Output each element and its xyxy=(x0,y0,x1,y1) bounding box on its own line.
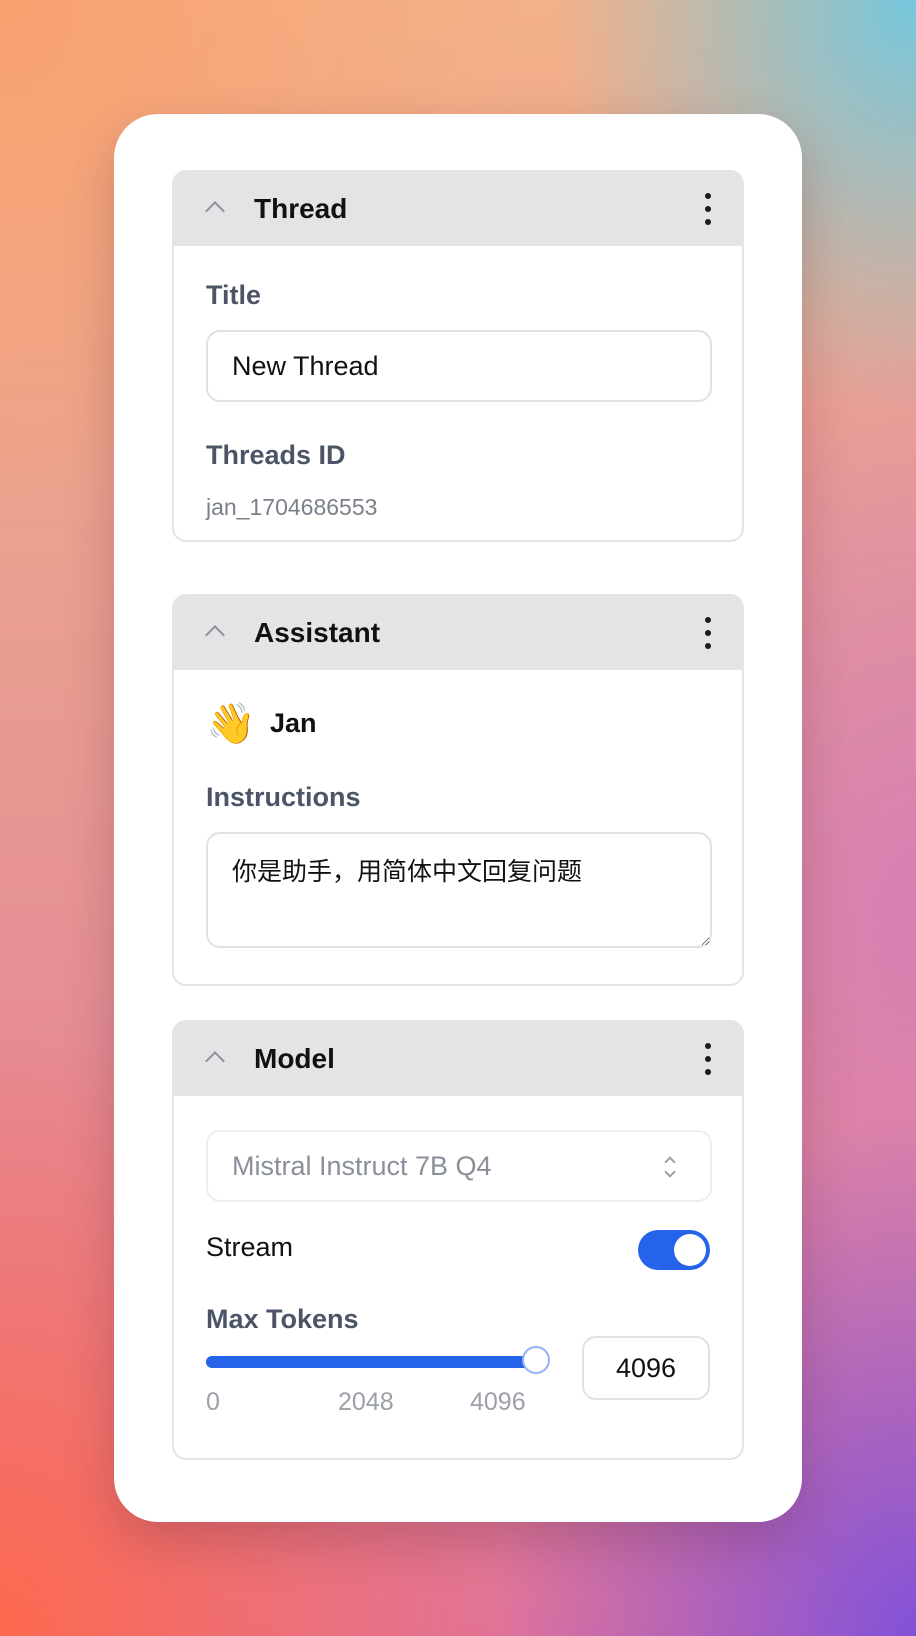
more-vertical-icon[interactable] xyxy=(704,617,712,649)
assistant-panel-header[interactable]: Assistant xyxy=(174,596,742,670)
chevron-up-icon[interactable] xyxy=(205,625,225,645)
assistant-panel-title: Assistant xyxy=(254,617,381,648)
more-vertical-icon[interactable] xyxy=(704,1043,712,1075)
model-panel: Model Mistral Instruct 7B Q4 Stream Max … xyxy=(172,1020,744,1460)
stream-toggle[interactable] xyxy=(638,1230,710,1270)
model-select-value: Mistral Instruct 7B Q4 xyxy=(232,1151,492,1181)
assistant-panel: Assistant 👋 Jan Instructions 你是助手，用简体中文回… xyxy=(172,594,744,986)
slider-tick-min: 0 xyxy=(206,1388,220,1416)
assistant-name: Jan xyxy=(270,708,317,738)
more-vertical-icon[interactable] xyxy=(704,193,712,225)
threads-id-label: Threads ID xyxy=(206,440,346,470)
chevrons-up-down-icon xyxy=(664,1156,676,1178)
max-tokens-slider-fill xyxy=(206,1356,536,1368)
thread-panel-header[interactable]: Thread xyxy=(174,172,742,246)
max-tokens-label: Max Tokens xyxy=(206,1304,359,1334)
max-tokens-slider[interactable] xyxy=(206,1346,550,1374)
stream-toggle-knob xyxy=(674,1234,706,1266)
model-panel-title: Model xyxy=(254,1043,335,1074)
max-tokens-input[interactable] xyxy=(582,1336,710,1400)
slider-tick-mid: 2048 xyxy=(338,1388,394,1416)
title-input[interactable] xyxy=(206,330,712,402)
instructions-label: Instructions xyxy=(206,782,361,812)
threads-id-value: jan_1704686553 xyxy=(206,494,378,520)
model-panel-header[interactable]: Model xyxy=(174,1022,742,1096)
thread-panel-title: Thread xyxy=(254,193,348,224)
instructions-textarea[interactable]: 你是助手，用简体中文回复问题 xyxy=(206,832,712,948)
model-select[interactable]: Mistral Instruct 7B Q4 xyxy=(206,1130,712,1202)
max-tokens-slider-thumb[interactable] xyxy=(522,1346,550,1374)
stream-label: Stream xyxy=(206,1232,294,1262)
slider-tick-max: 4096 xyxy=(470,1388,526,1416)
chevron-up-icon[interactable] xyxy=(205,1051,225,1071)
waving-hand-icon: 👋 xyxy=(206,702,256,746)
settings-card: Thread Title Threads ID jan_1704686553 A… xyxy=(114,114,802,1522)
chevron-up-icon[interactable] xyxy=(205,201,225,221)
title-label: Title xyxy=(206,280,262,310)
thread-panel: Thread Title Threads ID jan_1704686553 xyxy=(172,170,744,542)
